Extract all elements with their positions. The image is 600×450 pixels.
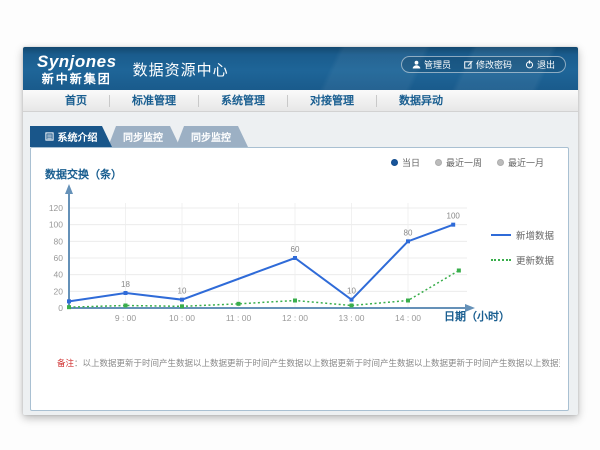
radio-dot-selected-icon [391, 159, 398, 166]
nav-item-standard-mgmt[interactable]: 标准管理 [110, 90, 198, 112]
logo-latin: Synjones [37, 53, 117, 70]
footnote: 备注：以上数据更新于时间产生数据以上数据更新于时间产生数据以上数据更新于时间产生… [57, 357, 560, 369]
header: Synjones 新中新集团 数据资源中心 管理员 修改密码 [23, 47, 578, 90]
svg-text:10: 10 [178, 287, 187, 296]
chart-panel: 当日 最近一周 最近一月 数据交换（条） 0 20 40 60 80 100 120 9 : … [30, 147, 569, 411]
nav-item-system-mgmt[interactable]: 系统管理 [199, 90, 287, 112]
tab-system-intro[interactable]: 系统介绍 [30, 126, 112, 147]
y-axis-title: 数据交换（条） [45, 166, 122, 182]
svg-text:13 : 00: 13 : 00 [339, 313, 365, 323]
nav-item-data-change[interactable]: 数据异动 [377, 90, 465, 112]
svg-text:60: 60 [54, 253, 64, 263]
footnote-text: ：以上数据更新于时间产生数据以上数据更新于时间产生数据以上数据更新于时间产生数据… [74, 358, 560, 368]
document-icon [45, 132, 54, 141]
dotted-line-swatch-icon [491, 259, 511, 261]
svg-text:18: 18 [121, 280, 130, 289]
content-area: 系统介绍 同步监控 同步监控 当日 最近一周 [23, 112, 578, 415]
main-nav: 首页 标准管理 系统管理 对接管理 数据异动 [23, 90, 578, 112]
app-window: Synjones 新中新集团 数据资源中心 管理员 修改密码 [23, 47, 578, 415]
brand: Synjones 新中新集团 数据资源中心 [37, 53, 229, 85]
svg-text:40: 40 [54, 270, 64, 280]
svg-text:60: 60 [291, 245, 300, 254]
radio-label: 最近一周 [446, 156, 482, 169]
change-password-button[interactable]: 修改密码 [464, 58, 512, 71]
logout-label: 退出 [537, 58, 555, 71]
svg-text:0: 0 [58, 303, 63, 313]
svg-text:10: 10 [347, 287, 356, 296]
user-label: 管理员 [424, 58, 451, 71]
change-password-label: 修改密码 [476, 58, 512, 71]
radio-last-week[interactable]: 最近一周 [435, 156, 482, 169]
legend-label: 新增数据 [516, 228, 554, 242]
svg-text:14 : 00: 14 : 00 [395, 313, 421, 323]
logout-button[interactable]: 退出 [525, 58, 555, 71]
svg-text:11 : 00: 11 : 00 [226, 313, 252, 323]
tab-label: 同步监控 [123, 129, 163, 144]
edit-icon [464, 60, 473, 69]
range-filter-group: 当日 最近一周 最近一月 [391, 156, 544, 169]
power-icon [525, 60, 534, 69]
radio-label: 当日 [402, 156, 420, 169]
radio-dot-icon [435, 159, 442, 166]
legend-item-updated-data: 更新数据 [491, 253, 554, 267]
tab-sync-monitor-2[interactable]: 同步监控 [174, 126, 248, 147]
svg-text:12 : 00: 12 : 00 [282, 313, 308, 323]
company-logo: Synjones 新中新集团 [37, 53, 117, 85]
svg-text:9 : 00: 9 : 00 [115, 313, 137, 323]
nav-item-interface-mgmt[interactable]: 对接管理 [288, 90, 376, 112]
legend-item-new-data: 新增数据 [491, 228, 554, 242]
solid-line-swatch-icon [491, 234, 511, 236]
svg-text:120: 120 [49, 203, 63, 213]
page-title: 数据资源中心 [133, 59, 229, 80]
footnote-prefix: 备注 [57, 358, 74, 368]
radio-label: 最近一月 [508, 156, 544, 169]
legend-label: 更新数据 [516, 253, 554, 267]
x-axis-title: 日期（小时） [444, 308, 510, 324]
tab-label: 系统介绍 [58, 129, 98, 144]
tab-bar: 系统介绍 同步监控 同步监控 [30, 126, 248, 147]
tab-sync-monitor-1[interactable]: 同步监控 [106, 126, 180, 147]
svg-text:80: 80 [404, 228, 413, 237]
user-toolbar: 管理员 修改密码 退出 [401, 56, 566, 73]
radio-today[interactable]: 当日 [391, 156, 420, 169]
radio-dot-icon [497, 159, 504, 166]
svg-text:20: 20 [54, 286, 64, 296]
svg-text:100: 100 [49, 220, 63, 230]
svg-text:10 : 00: 10 : 00 [169, 313, 195, 323]
radio-last-month[interactable]: 最近一月 [497, 156, 544, 169]
tab-label: 同步监控 [191, 129, 231, 144]
nav-item-home[interactable]: 首页 [43, 90, 109, 112]
current-user-button[interactable]: 管理员 [412, 58, 451, 71]
svg-text:80: 80 [54, 236, 64, 246]
logo-chinese: 新中新集团 [37, 73, 117, 85]
user-icon [412, 60, 421, 69]
chart-legend: 新增数据 更新数据 [491, 228, 554, 267]
svg-text:100: 100 [447, 212, 461, 221]
